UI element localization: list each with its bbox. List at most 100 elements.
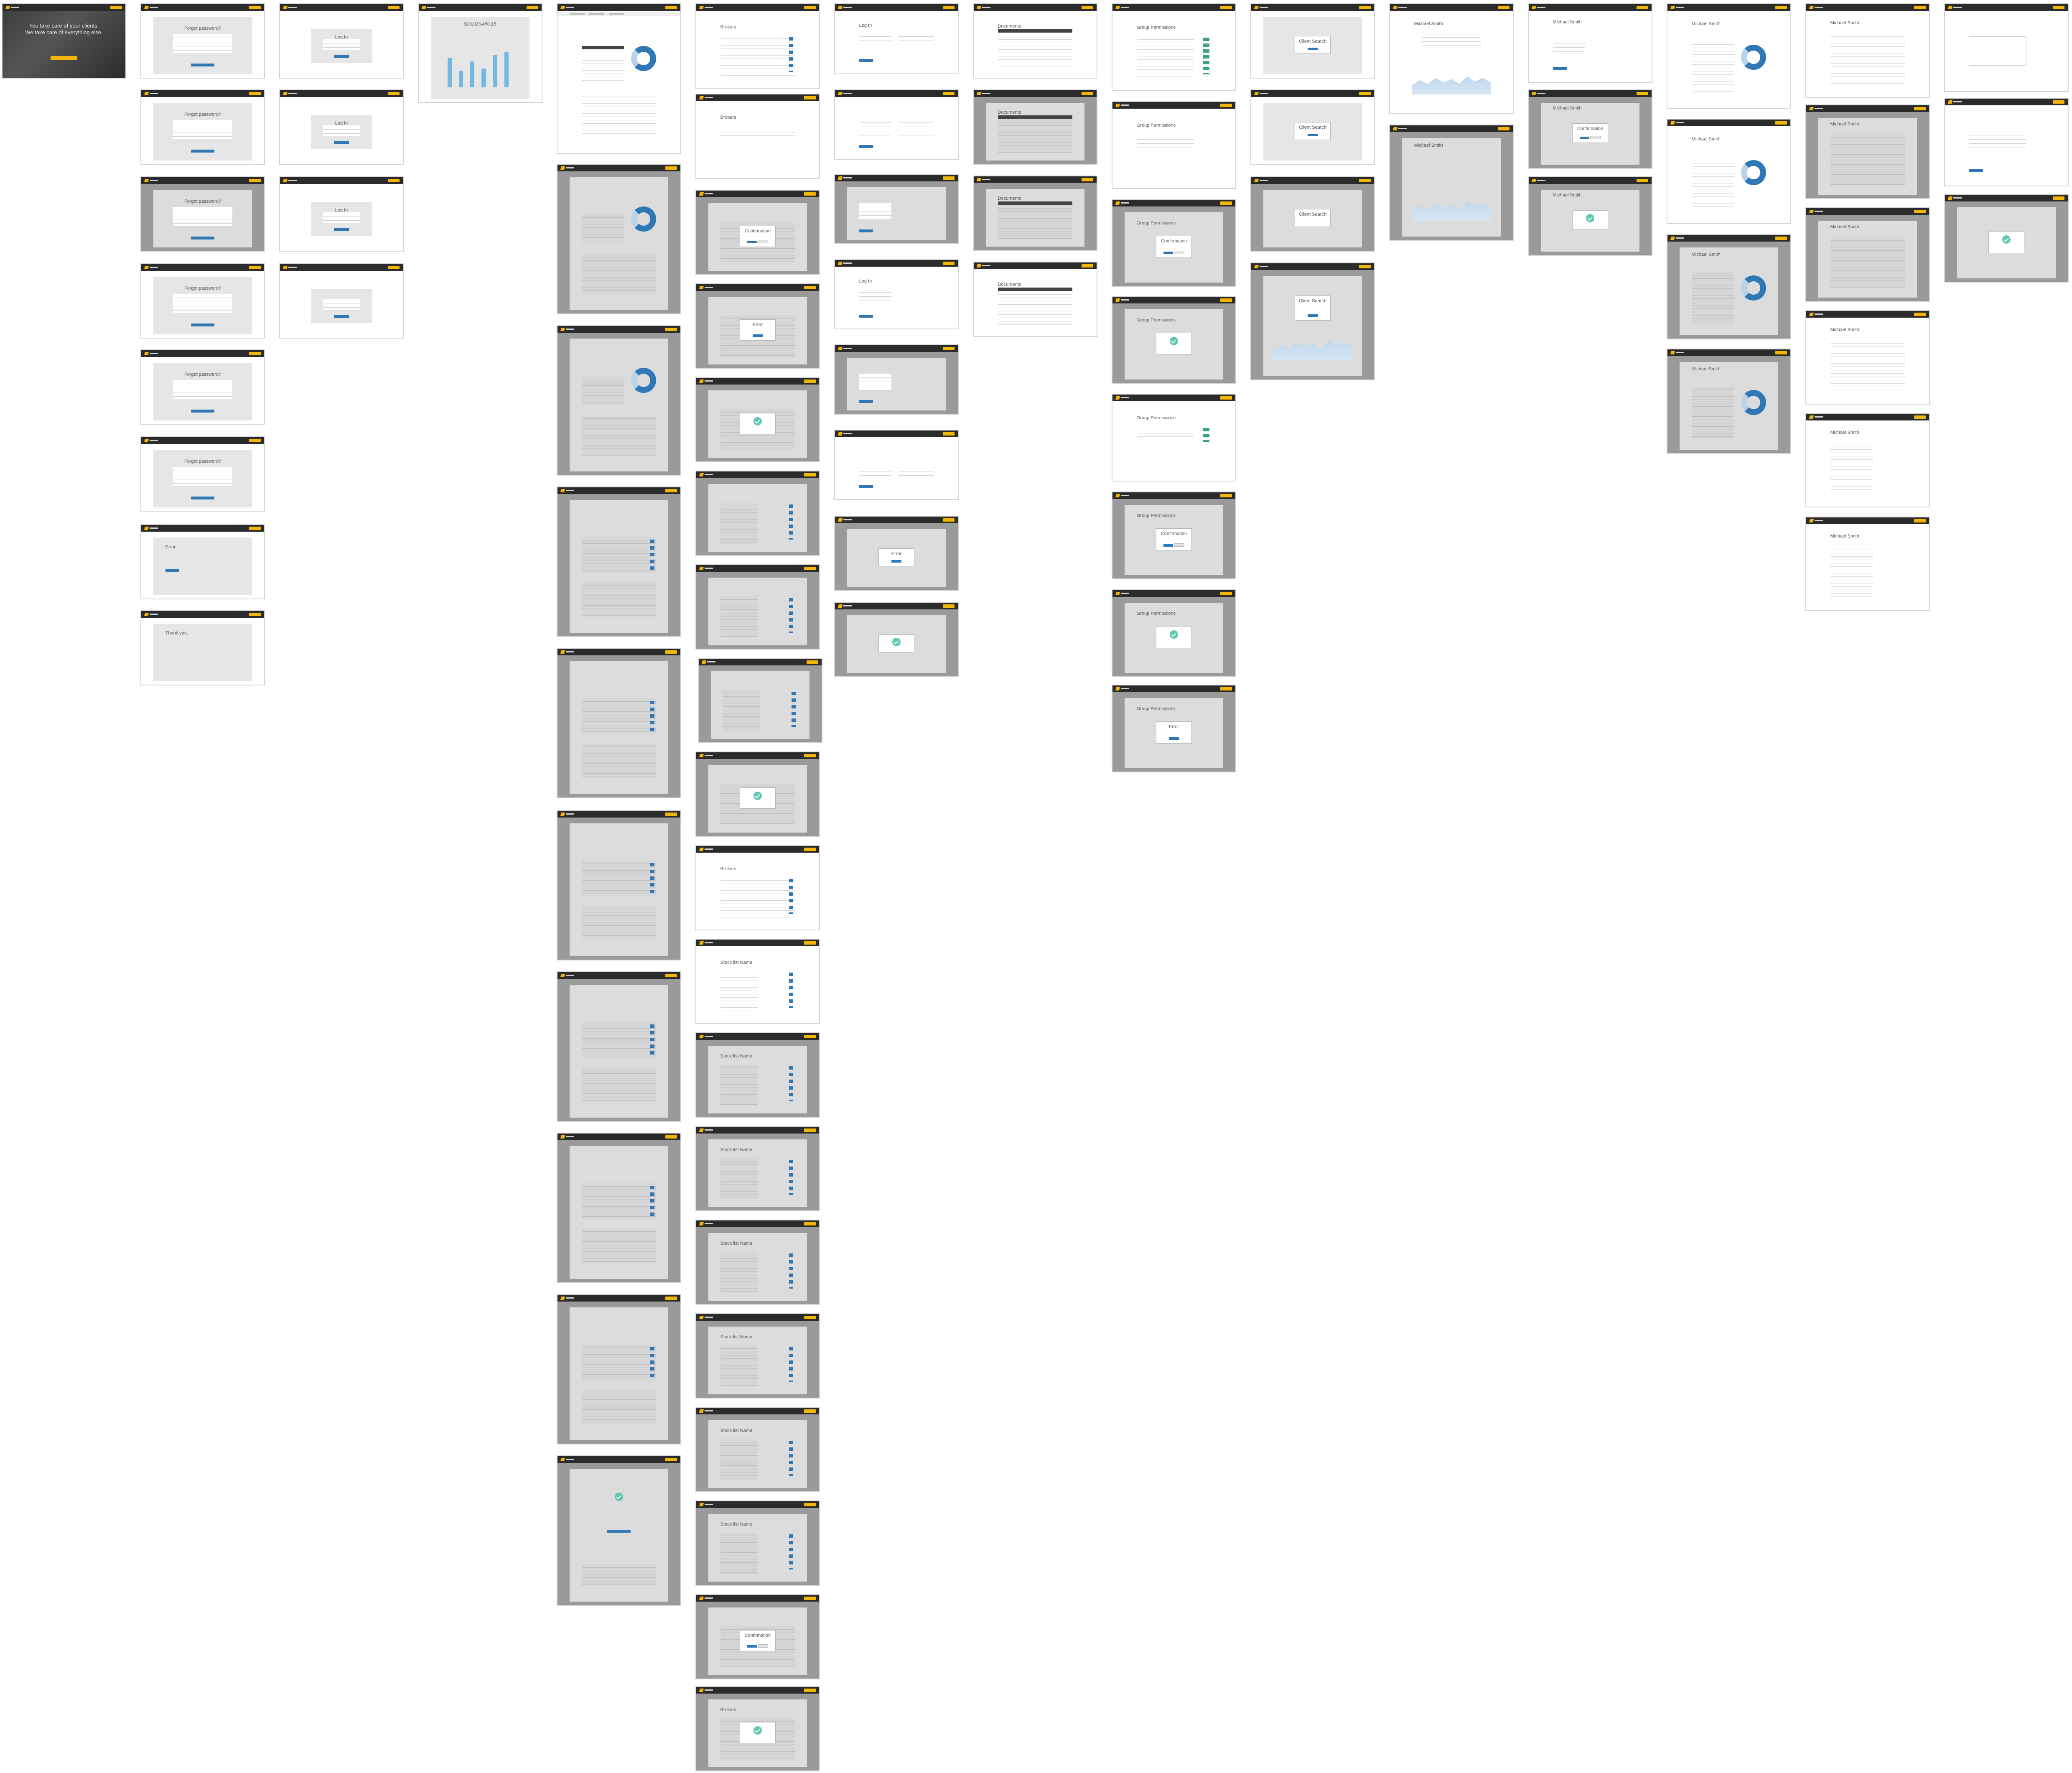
header-cta-button[interactable] (249, 266, 261, 269)
search-button[interactable] (1308, 314, 1318, 317)
header-cta-button[interactable] (665, 328, 677, 331)
profile-form[interactable] (1553, 35, 1586, 55)
portfolio-donut-frame[interactable] (557, 165, 680, 313)
header-cta-button[interactable] (1220, 494, 1232, 497)
header-cta-button[interactable] (1359, 179, 1371, 182)
header-cta-button[interactable] (1914, 313, 1926, 316)
brokers-list[interactable] (720, 596, 758, 637)
portfolio-donut-frame[interactable] (557, 326, 680, 475)
confirm-button[interactable] (1163, 544, 1173, 547)
stock-toggles[interactable] (789, 972, 793, 1008)
holdings-table[interactable] (1691, 272, 1734, 325)
header-cta-button[interactable] (388, 179, 400, 182)
broker-toggles[interactable] (650, 540, 654, 573)
ok-button[interactable] (1169, 737, 1179, 740)
stock-toggles[interactable] (789, 1159, 793, 1195)
form-fields-right[interactable] (898, 32, 934, 50)
stock-table[interactable] (720, 1065, 758, 1106)
success-frame[interactable] (557, 1456, 680, 1605)
hero-cta-button[interactable] (51, 56, 77, 60)
save-button[interactable] (859, 59, 873, 62)
save-button[interactable] (859, 400, 873, 403)
confirmation-frame[interactable]: Group Permissions Confirmation (1112, 492, 1235, 578)
forgot-password-frame[interactable]: Forgot password? (141, 437, 264, 511)
brokers-list[interactable] (581, 698, 657, 734)
save-button[interactable] (1553, 67, 1567, 70)
header-cta-button[interactable] (1637, 92, 1648, 95)
form-fields-right[interactable] (898, 118, 934, 136)
header-cta-button[interactable] (1082, 264, 1093, 267)
documents-table[interactable] (998, 205, 1073, 240)
forgot-password-dropdown-frame[interactable]: Forgot password? (141, 177, 264, 251)
stock-toggles[interactable] (789, 1066, 793, 1101)
documents-frame[interactable]: Documents (974, 90, 1097, 164)
broker-toggles[interactable] (789, 504, 793, 540)
header-cta-button[interactable] (804, 1222, 816, 1225)
brokers-list[interactable] (723, 690, 760, 731)
header-cta-button[interactable] (665, 1297, 677, 1300)
header-cta-button[interactable] (665, 489, 677, 492)
thank-you-frame[interactable]: Thank you. (141, 611, 264, 685)
header-cta-button[interactable] (804, 1597, 816, 1600)
search-button[interactable] (1308, 134, 1318, 137)
login-fields[interactable] (323, 212, 360, 224)
account-form-frame[interactable]: Log In (835, 4, 958, 73)
header-cta-button[interactable] (1220, 298, 1232, 302)
cancel-button[interactable] (1173, 543, 1185, 547)
broker-toggles[interactable] (650, 863, 654, 897)
header-cta-button[interactable] (943, 604, 955, 608)
success-modal-frame[interactable]: Michael Smith (1529, 177, 1652, 255)
success-modal-frame[interactable] (696, 378, 819, 461)
header-cta-button[interactable] (804, 848, 816, 851)
confirmation-frame[interactable]: Michael Smith Confirmation (1529, 90, 1652, 168)
stock-toggles[interactable] (789, 1534, 793, 1569)
forgot-password-frame[interactable]: Forgot password? (141, 264, 264, 338)
ok-button[interactable] (891, 560, 901, 563)
forgot-password-frame[interactable]: Forgot password? (141, 350, 264, 424)
brokers-list[interactable] (581, 861, 657, 897)
form-fields[interactable] (859, 288, 892, 306)
brokers-list[interactable] (581, 1022, 657, 1058)
header-cta-button[interactable] (1914, 6, 1926, 9)
continue-button[interactable] (607, 1529, 631, 1533)
broker-toggles[interactable] (789, 598, 793, 633)
form-fields[interactable] (859, 118, 892, 136)
client-accounts-frame[interactable]: Michael Smith (1806, 105, 1929, 198)
landing-page-frame[interactable]: You take care of your clients. We take c… (3, 4, 125, 78)
client-portfolio-frame[interactable]: Michael Smith (1667, 120, 1790, 223)
header-cta-button[interactable] (807, 660, 818, 664)
stock-table[interactable] (720, 971, 758, 1012)
header-cta-button[interactable] (249, 179, 261, 182)
header-cta-button[interactable] (1220, 687, 1232, 690)
brokers-list-frame[interactable] (696, 471, 819, 555)
header-cta-button[interactable] (665, 1135, 677, 1139)
save-button[interactable] (859, 229, 873, 233)
accounts-table[interactable] (1830, 547, 1873, 598)
client-portfolio-frame[interactable]: Michael Smith (1667, 235, 1790, 339)
client-accounts-frame[interactable]: Michael Smith (1806, 311, 1929, 404)
broker-toggles[interactable] (789, 879, 793, 914)
holdings-table[interactable] (581, 214, 624, 244)
portfolio-donut-frame[interactable] (557, 4, 680, 153)
form-fields[interactable] (859, 459, 892, 476)
error-modal-frame[interactable]: Error (696, 284, 819, 368)
header-cta-button[interactable] (1082, 6, 1093, 9)
documents-table[interactable] (998, 291, 1073, 326)
header-cta-button[interactable] (249, 527, 261, 530)
brokers-list[interactable] (581, 537, 657, 573)
header-cta-button[interactable] (1220, 592, 1232, 595)
header-cta-button[interactable] (665, 166, 677, 170)
header-cta-button[interactable] (665, 1458, 677, 1461)
brokers-frame[interactable]: Brokers (696, 4, 819, 88)
form-fields[interactable] (859, 203, 892, 220)
accounts-table[interactable] (1830, 340, 1905, 391)
header-cta-button[interactable] (804, 192, 816, 196)
header-cta-button[interactable] (804, 6, 816, 9)
header-cta-button[interactable] (1359, 92, 1371, 95)
success-modal-frame[interactable]: Brokers (696, 1687, 819, 1770)
cancel-button[interactable] (1173, 250, 1185, 254)
header-cta-button[interactable] (1359, 265, 1371, 268)
login-frame[interactable]: Log In (280, 177, 403, 251)
header-cta-button[interactable] (2053, 6, 2064, 9)
client-portfolio-frame[interactable]: Michael Smith (1667, 4, 1790, 108)
